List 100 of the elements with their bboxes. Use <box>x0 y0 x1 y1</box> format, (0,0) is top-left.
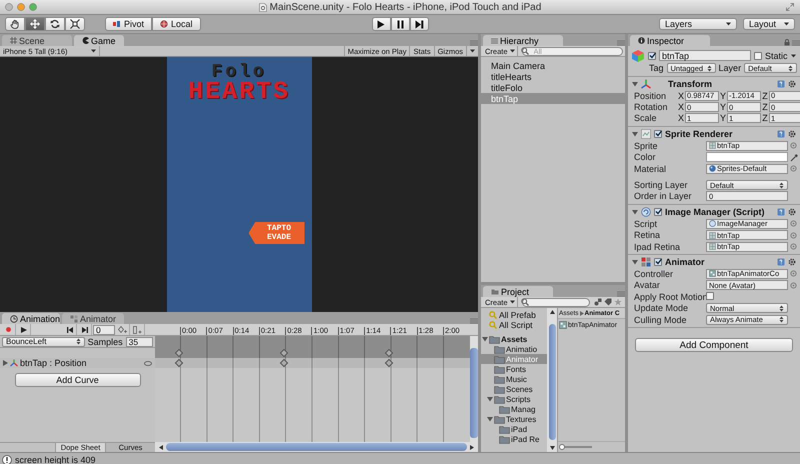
folder-item[interactable]: Scripts <box>481 394 547 404</box>
folder-item[interactable]: iPad Re <box>481 434 547 444</box>
caret-icon <box>91 49 96 53</box>
help-icon[interactable] <box>777 258 785 266</box>
layout-dropdown[interactable]: Layout <box>743 18 795 30</box>
object-picker-icon[interactable] <box>790 142 797 150</box>
move-tool-button[interactable] <box>25 17 45 31</box>
folder-icon <box>494 384 505 394</box>
property-label: Controller <box>634 268 674 279</box>
fold-triangle-icon[interactable] <box>632 258 638 265</box>
vertical-scrollbar[interactable] <box>547 308 557 452</box>
folder-icon <box>499 434 510 444</box>
tag-icon[interactable] <box>604 298 612 306</box>
step-button[interactable] <box>410 17 428 31</box>
pacman-icon <box>82 37 89 44</box>
hierarchy-item[interactable]: titleFolo <box>481 82 625 93</box>
folder-item[interactable]: Music <box>481 374 547 384</box>
settings-icon[interactable] <box>788 130 796 138</box>
object-name-field[interactable]: btnTap <box>659 50 751 61</box>
disclosure-triangle-icon[interactable] <box>487 416 493 422</box>
scene-tab[interactable]: Scene <box>2 35 72 46</box>
panel-menu-icon[interactable] <box>617 291 625 298</box>
favorite-item[interactable]: All Script <box>481 320 547 330</box>
logo-text: HEARTS <box>188 80 290 104</box>
rotate-tool-button[interactable] <box>45 17 65 31</box>
step-forward-icon <box>414 20 424 28</box>
add-event-button[interactable] <box>131 324 145 335</box>
search-field[interactable] <box>522 298 590 307</box>
active-checkbox[interactable] <box>648 52 656 60</box>
object-picker-icon[interactable] <box>790 165 797 172</box>
property-label: Material <box>634 164 668 174</box>
animation-tab[interactable]: Animation <box>2 313 60 324</box>
game-tab[interactable]: Game <box>74 35 124 46</box>
caret-icon <box>510 49 515 53</box>
hierarchy-tab[interactable]: Hierarchy <box>483 35 563 46</box>
eyedropper-icon[interactable] <box>790 152 798 162</box>
color-swatch[interactable] <box>706 152 788 162</box>
window-zoom-button[interactable] <box>29 3 37 11</box>
sprite-icon <box>709 232 716 239</box>
toggle-icon[interactable] <box>144 360 152 366</box>
help-icon[interactable] <box>777 80 785 88</box>
window-close-button[interactable] <box>5 3 13 11</box>
hierarchy-item[interactable]: titleHearts <box>481 71 625 82</box>
pause-button[interactable] <box>390 17 410 31</box>
move-icon <box>30 19 40 29</box>
material-sphere-icon <box>709 165 716 172</box>
favorite-item[interactable]: All Prefab <box>481 310 547 320</box>
pivot-button[interactable]: Pivot <box>105 17 152 31</box>
add-component-button[interactable]: Add Component <box>635 338 793 352</box>
keyframe-plus-icon <box>118 326 127 333</box>
clip-dropdown[interactable]: BounceLeft <box>2 336 85 346</box>
fold-triangle-icon[interactable] <box>632 208 638 215</box>
help-icon[interactable] <box>777 208 785 216</box>
component-checkbox[interactable] <box>654 130 662 138</box>
star-icon[interactable] <box>614 298 622 306</box>
horizontal-scrollbar[interactable] <box>155 442 478 452</box>
settings-icon[interactable] <box>788 80 796 88</box>
samples-label: Samples <box>88 336 123 346</box>
component-checkbox[interactable] <box>654 258 662 266</box>
folder-item[interactable]: Animatio <box>481 344 547 354</box>
disclosure-triangle-icon[interactable] <box>487 396 493 402</box>
folder-item[interactable]: Fonts <box>481 364 547 374</box>
samples-field[interactable]: 35 <box>126 336 153 346</box>
fullscreen-icon[interactable] <box>786 3 794 11</box>
folder-item[interactable]: Manag <box>481 404 547 414</box>
folder-item[interactable]: Textures <box>481 414 547 424</box>
add-curve-button[interactable]: Add Curve <box>14 373 140 387</box>
window-minimize-button[interactable] <box>17 3 25 11</box>
lock-icon[interactable] <box>784 39 790 46</box>
scroll-left-icon[interactable] <box>159 444 163 450</box>
add-keyframe-button[interactable] <box>116 324 130 335</box>
inspector-tab[interactable]: Inspector <box>630 35 710 46</box>
layers-dropdown[interactable]: Layers <box>659 18 737 30</box>
help-icon[interactable] <box>777 130 785 138</box>
play-button[interactable] <box>372 17 390 31</box>
property-checkbox[interactable] <box>706 292 714 300</box>
folder-item[interactable]: Assets <box>481 334 547 344</box>
project-tab[interactable]: Project <box>483 286 553 298</box>
settings-icon[interactable] <box>788 208 796 216</box>
scroll-right-icon[interactable] <box>470 444 474 450</box>
disclosure-triangle-icon[interactable] <box>482 336 488 342</box>
hand-tool-button[interactable] <box>5 17 25 31</box>
slider-thumb[interactable] <box>559 444 565 450</box>
scroll-down-icon[interactable] <box>550 446 554 450</box>
frame-field[interactable]: 0 <box>93 324 115 334</box>
fold-triangle-icon[interactable] <box>632 130 638 137</box>
scale-tool-button[interactable] <box>65 17 85 31</box>
local-button[interactable]: Local <box>152 17 201 31</box>
folder-item[interactable]: iPad <box>481 424 547 434</box>
expand-triangle-icon[interactable] <box>3 360 8 366</box>
vertical-scrollbar[interactable] <box>470 336 478 442</box>
hierarchy-item[interactable]: Main Camera <box>481 60 625 71</box>
folder-item[interactable]: Scenes <box>481 384 547 394</box>
filter-by-type-icon[interactable] <box>594 298 602 306</box>
component-checkbox[interactable] <box>654 208 662 216</box>
animator-tab[interactable]: Animator <box>62 313 124 324</box>
sprite-icon <box>709 243 716 250</box>
fold-triangle-icon[interactable] <box>632 80 638 86</box>
settings-icon[interactable] <box>788 258 796 266</box>
static-checkbox[interactable] <box>754 52 762 60</box>
